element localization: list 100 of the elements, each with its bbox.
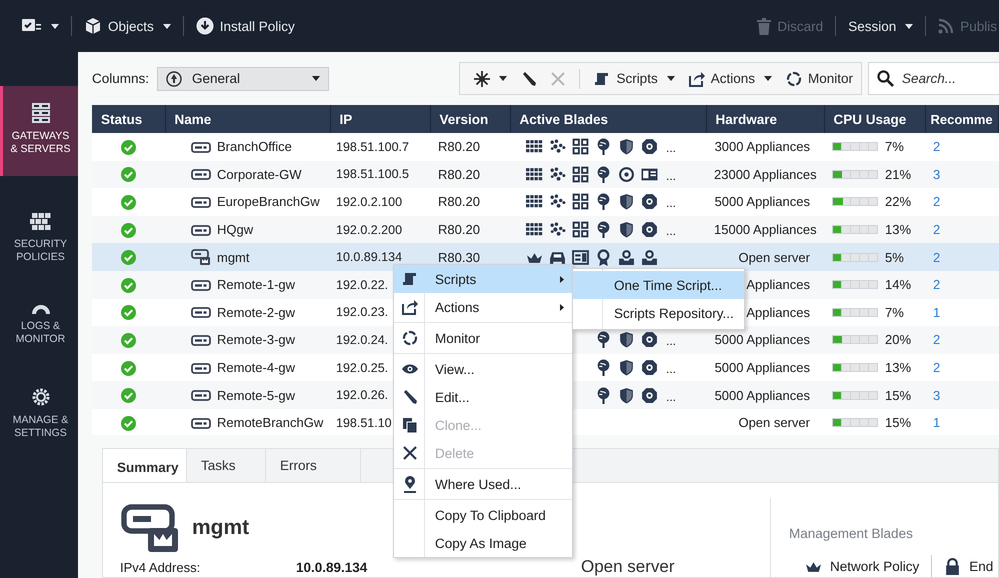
tab[interactable]: Errors xyxy=(266,449,361,482)
menu-item[interactable]: Copy As Image xyxy=(394,529,572,557)
cpu-meter xyxy=(832,252,878,262)
column-header[interactable]: Recomme xyxy=(925,105,998,133)
column-header[interactable]: Active Blades xyxy=(510,105,706,133)
scripts-button[interactable]: Scripts xyxy=(594,70,675,86)
more-indicator: ... xyxy=(666,362,676,376)
menu-item[interactable]: View... xyxy=(394,355,572,383)
column-header[interactable]: Hardware xyxy=(706,105,824,133)
caret-icon xyxy=(764,76,772,81)
menu-item[interactable]: Where Used... xyxy=(394,470,572,498)
trash-icon xyxy=(757,18,772,34)
table-cell: 23000 Appliances xyxy=(714,166,817,182)
recommendations-link[interactable]: 3 xyxy=(933,166,940,182)
table-cell: 10.0.89.134 xyxy=(336,250,402,264)
menu-item[interactable]: Monitor xyxy=(394,324,572,352)
recommendations-link[interactable]: 3 xyxy=(933,388,940,403)
column-header[interactable]: IP xyxy=(330,105,430,133)
menu-item[interactable]: One Time Script... xyxy=(573,271,744,299)
sidebar-item[interactable]: MANAGE & SETTINGS xyxy=(0,380,78,446)
monitor-button[interactable]: Monitor xyxy=(786,70,853,86)
blade-name: Network Policy xyxy=(830,558,920,574)
table-cell: Remote-3-gw xyxy=(217,332,296,348)
menu-item[interactable]: Copy To Clipboard xyxy=(394,501,572,529)
more-indicator: ... xyxy=(666,334,676,348)
close-icon xyxy=(551,72,566,86)
table-cell: Remote-2-gw xyxy=(217,304,296,320)
tab[interactable]: Tasks xyxy=(187,449,266,482)
table-cell: 20% xyxy=(885,332,912,348)
table-cell: 21% xyxy=(885,166,912,182)
table-cell: Remote-4-gw xyxy=(217,360,296,376)
section-title: Management Blades xyxy=(789,526,914,541)
cpu-meter xyxy=(832,225,878,234)
table-cell: R80.30 xyxy=(438,250,480,265)
session-menu[interactable]: Session xyxy=(846,14,916,38)
table-row[interactable]: HQgw 192.0.2.200 R80.20 ... 15000 Appliances 13% 2 xyxy=(92,216,998,244)
table-cell: 198.51.100.5 xyxy=(336,167,409,182)
table-cell: 13% xyxy=(885,222,912,238)
recommendations-link[interactable]: 1 xyxy=(933,415,940,430)
cpu-meter xyxy=(832,197,878,206)
ring-icon xyxy=(402,330,418,346)
table-cell: 5% xyxy=(885,250,904,265)
columns-label: Columns: xyxy=(92,71,150,86)
recommendations-link[interactable]: 1 xyxy=(933,304,940,320)
recommendations-link[interactable]: 2 xyxy=(933,222,940,238)
table-cell: 15% xyxy=(885,415,912,430)
menu-item[interactable]: Edit... xyxy=(394,383,572,411)
table-cell: Open server xyxy=(738,415,810,430)
recommendations-link[interactable]: 2 xyxy=(933,277,940,292)
table-cell: 15000 Appliances xyxy=(714,222,817,238)
pencil-icon xyxy=(402,389,418,405)
compass-icon xyxy=(166,70,182,86)
download-icon xyxy=(196,17,214,35)
table-cell: RemoteBranchGw xyxy=(217,415,324,430)
caret-icon xyxy=(162,24,171,28)
sidebar-item[interactable]: GATEWAYS & SERVERS xyxy=(0,86,78,176)
close-icon xyxy=(402,446,416,460)
table-row[interactable]: Corporate-GW 198.51.100.5 R80.20 ... 23000 Appliances 21% 3 xyxy=(92,160,998,188)
sidebar-item[interactable]: SECURITY POLICIES xyxy=(0,204,78,270)
table-cell: 3000 Appliances xyxy=(714,139,810,154)
table-cell: Remote-1-gw xyxy=(217,277,296,292)
menu-item[interactable]: Scripts Repository... xyxy=(573,299,744,327)
columns-dropdown[interactable]: General xyxy=(157,66,330,90)
tab[interactable]: Summary xyxy=(103,449,187,482)
gauge-icon xyxy=(30,304,52,314)
recommendations-link[interactable]: 2 xyxy=(933,139,940,154)
recommendations-link[interactable]: 2 xyxy=(933,332,940,348)
table-row[interactable]: EuropeBranchGw 192.0.2.100 R80.20 ... 5000 Appliances 22% 2 xyxy=(92,188,998,216)
object-name: mgmt xyxy=(192,516,250,540)
table-cell: 5000 Appliances xyxy=(714,388,810,403)
gear-icon xyxy=(30,386,52,408)
more-indicator: ... xyxy=(666,224,676,238)
caret-icon xyxy=(312,76,320,81)
table-row[interactable]: BranchOffice 198.51.100.7 R80.20 ... 3000 Appliances 7% 2 xyxy=(92,133,998,161)
column-header[interactable]: CPU Usage xyxy=(824,105,925,133)
install-policy-button[interactable]: Install Policy xyxy=(194,13,297,39)
new-button[interactable] xyxy=(474,70,508,86)
menu-item[interactable]: Actions xyxy=(394,293,572,321)
ring-icon xyxy=(786,70,802,86)
eye-icon xyxy=(402,363,418,375)
column-header[interactable]: Status xyxy=(92,105,165,133)
menu-item[interactable]: Scripts xyxy=(394,265,572,293)
objects-menu[interactable]: Objects xyxy=(82,13,173,39)
wall-icon xyxy=(30,210,52,232)
column-header[interactable]: Name xyxy=(165,105,330,133)
recommendations-link[interactable]: 2 xyxy=(933,360,940,376)
table-cell: 22% xyxy=(885,194,912,210)
column-header[interactable]: Version xyxy=(430,105,510,133)
cpu-meter xyxy=(832,308,878,317)
sidebar-item[interactable]: LOGS & MONITOR xyxy=(0,298,78,352)
edit-button[interactable] xyxy=(521,70,538,86)
table-cell: EuropeBranchGw xyxy=(217,194,320,210)
recommendations-link[interactable]: 2 xyxy=(933,194,940,210)
table-cell: 13% xyxy=(885,360,912,376)
more-indicator: ... xyxy=(666,196,676,210)
table-cell: HQgw xyxy=(217,222,254,238)
server-icon xyxy=(30,102,52,124)
table-cell: 192.0.24. xyxy=(336,332,388,347)
actions-button[interactable]: Actions xyxy=(688,70,772,86)
search-field[interactable]: Search... xyxy=(868,62,999,95)
